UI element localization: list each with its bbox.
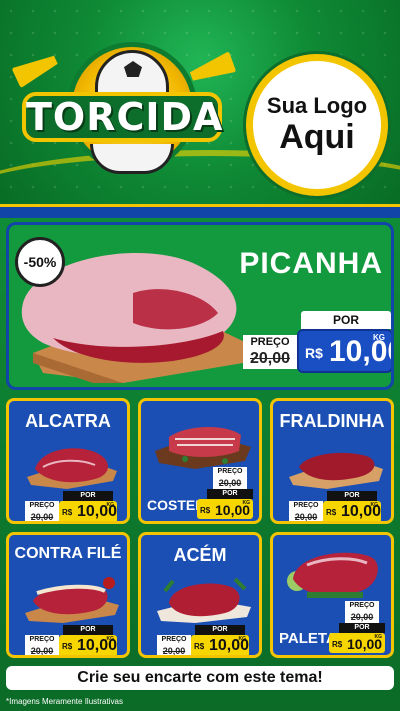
new-price-box: R$ 10,00 KG — [297, 329, 391, 373]
unit: KG — [106, 502, 115, 508]
por-label: POR — [63, 625, 113, 635]
brand-line-1: Sua Logo — [266, 93, 368, 118]
product-name: FRALDINHA — [279, 411, 385, 431]
currency: R$ — [332, 640, 343, 649]
currency: R$ — [194, 642, 205, 651]
unit: KG — [242, 500, 251, 506]
unit: KG — [370, 502, 379, 508]
disclaimer: *Imagens Meramente Ilustrativas — [6, 697, 123, 706]
por-label: POR — [327, 491, 377, 501]
costela-image — [155, 426, 251, 469]
price-tag: PREÇO 20,00 POR R$ 10,00 KG — [329, 601, 385, 653]
price-tag: PREÇO 20,00 POR R$ 10,00 KG — [289, 491, 381, 521]
price-label: PREÇO — [157, 635, 191, 645]
hero-price-tag: PREÇO 20,00 POR R$ 10,00 KG — [243, 311, 391, 373]
price-label: PREÇO — [25, 501, 59, 511]
price-label: PREÇO — [243, 335, 297, 349]
price-label: PREÇO — [25, 635, 59, 645]
product-card-costela: COSTELA PREÇO 20,00 POR R$ 10,00 KG — [138, 398, 262, 524]
contra-file-image — [25, 577, 119, 623]
old-price: 20,00 — [25, 511, 59, 521]
currency: R$ — [62, 508, 73, 517]
unit: KG — [373, 333, 385, 342]
divider-band — [0, 204, 400, 218]
old-price: 20,00 — [345, 611, 379, 623]
flyer: TORCIDA Sua Logo Aqui -50% PICANHA PREÇO… — [0, 0, 400, 711]
unit: KG — [374, 634, 383, 640]
currency: R$ — [200, 506, 211, 515]
old-price: 20,00 — [25, 645, 59, 655]
hero-product-card: -50% PICANHA PREÇO 20,00 POR R$ 10,00 KG — [6, 222, 394, 390]
product-card-acem: ACÉM PREÇO 20,00 POR R$ 10,00 KG — [138, 532, 262, 658]
price-label: PREÇO — [213, 467, 247, 477]
unit: KG — [238, 636, 247, 642]
product-card-alcatra: ALCATRA PREÇO 20,00 POR R$ 10,00 KG — [6, 398, 130, 524]
paleta-image — [287, 552, 378, 598]
product-name: ALCATRA — [25, 411, 111, 431]
unit: KG — [106, 636, 115, 642]
brand-line-2: Aqui — [279, 118, 355, 156]
price-tag: PREÇO 20,00 POR R$ 10,00 KG — [197, 467, 253, 519]
old-price: 20,00 — [213, 477, 247, 489]
por-label: POR — [301, 311, 391, 329]
brand-logo-placeholder: Sua Logo Aqui — [246, 54, 388, 196]
por-label: POR — [207, 489, 253, 499]
old-price: 20,00 — [157, 645, 191, 655]
por-label: POR — [339, 623, 385, 633]
product-card-paleta: PALETA PREÇO 20,00 POR R$ 10,00 KG — [270, 532, 394, 658]
product-name: CONTRA FILÉ — [14, 545, 122, 562]
currency: R$ — [62, 642, 73, 651]
price-label: PREÇO — [289, 501, 323, 511]
logo-text: TORCIDA — [22, 92, 222, 142]
por-label: POR — [195, 625, 245, 635]
hero-product-name: PICANHA — [239, 247, 383, 280]
price-label: PREÇO — [345, 601, 379, 611]
currency: R$ — [305, 345, 323, 361]
new-price-box: R$ 10,00 KG — [329, 633, 385, 653]
new-price-box: R$ 10,00 KG — [323, 501, 381, 521]
new-price-box: R$ 10,00 KG — [197, 499, 253, 519]
old-price: 20,00 — [243, 349, 297, 369]
acem-image — [157, 577, 251, 623]
product-card-fraldinha: FRALDINHA PREÇO 20,00 POR R$ 10,00 KG — [270, 398, 394, 524]
old-price: 20,00 — [289, 511, 323, 521]
price-tag: PREÇO 20,00 POR R$ 10,00 KG — [25, 625, 117, 655]
product-name: ACÉM — [173, 545, 227, 565]
currency: R$ — [326, 508, 337, 517]
vuvuzela-left-icon — [11, 50, 60, 89]
cta-banner[interactable]: Crie seu encarte com este tema! — [6, 666, 394, 690]
discount-badge: -50% — [15, 237, 65, 287]
price-tag: PREÇO 20,00 POR R$ 10,00 KG — [157, 625, 249, 655]
alcatra-image — [27, 448, 117, 489]
price-tag: PREÇO 20,00 POR R$ 10,00 KG — [25, 491, 117, 521]
por-label: POR — [63, 491, 113, 501]
new-price-box: R$ 10,00 KG — [59, 501, 117, 521]
fraldinha-image — [289, 452, 383, 489]
header-banner: TORCIDA Sua Logo Aqui — [0, 0, 400, 206]
new-price-box: R$ 10,00 KG — [191, 635, 249, 655]
new-price-box: R$ 10,00 KG — [59, 635, 117, 655]
torcida-logo: TORCIDA — [11, 40, 227, 174]
soccer-ball-bottom-icon — [90, 144, 174, 174]
product-card-contra-file: CONTRA FILÉ PREÇO 20,00 POR R$ 10,00 KG — [6, 532, 130, 658]
